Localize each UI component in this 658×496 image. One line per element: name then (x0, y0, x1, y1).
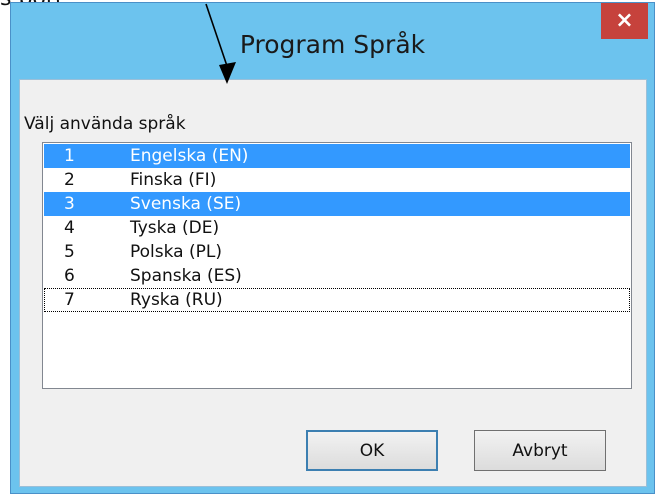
language-number: 3 (64, 194, 75, 214)
language-name: Tyska (DE) (130, 218, 220, 238)
language-number: 1 (64, 146, 75, 166)
language-name: Finska (FI) (130, 170, 217, 190)
language-list-item[interactable]: 4 Tyska (DE) (44, 216, 630, 240)
language-list-item[interactable]: 7 Ryska (RU) (44, 288, 630, 312)
language-name: Polska (PL) (130, 242, 222, 262)
cancel-button[interactable]: Avbryt (474, 430, 606, 471)
close-button[interactable]: × (601, 3, 648, 39)
window-title: Program Språk (239, 30, 426, 59)
language-number: 5 (64, 242, 75, 262)
language-list-item[interactable]: 2 Finska (FI) (44, 168, 630, 192)
screenshot-root: s bort. Program Språk × Välj använda spr… (0, 0, 658, 496)
title-bar[interactable]: Program Språk × (11, 3, 654, 79)
language-prompt-label: Välj använda språk (24, 114, 186, 134)
language-number: 7 (64, 290, 75, 310)
language-name: Spanska (ES) (130, 266, 242, 286)
language-list-item[interactable]: 1 Engelska (EN) (44, 144, 630, 168)
language-listbox[interactable]: 1 Engelska (EN) 2 Finska (FI) 3 Svenska … (42, 142, 632, 389)
language-number: 4 (64, 218, 75, 238)
language-number: 6 (64, 266, 75, 286)
language-number: 2 (64, 170, 75, 190)
program-language-dialog: Program Språk × Välj använda språk 1 Eng… (10, 2, 655, 494)
language-list-item[interactable]: 3 Svenska (SE) (44, 192, 630, 216)
language-name: Engelska (EN) (130, 146, 249, 166)
language-name: Svenska (SE) (130, 194, 242, 214)
language-list-item[interactable]: 6 Spanska (ES) (44, 264, 630, 288)
language-name: Ryska (RU) (130, 290, 223, 310)
ok-button[interactable]: OK (306, 430, 438, 471)
dialog-client-area: Välj använda språk 1 Engelska (EN) 2 Fin… (19, 79, 647, 487)
close-icon: × (615, 8, 634, 33)
language-list-item[interactable]: 5 Polska (PL) (44, 240, 630, 264)
